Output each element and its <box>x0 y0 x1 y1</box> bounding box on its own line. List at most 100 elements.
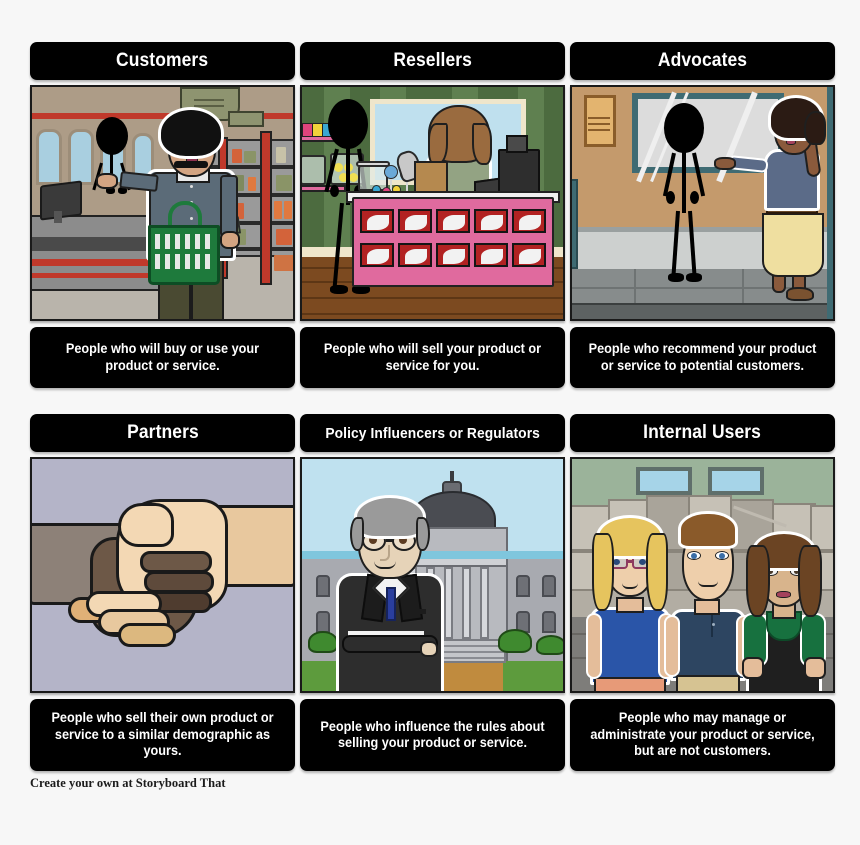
shelf-product <box>284 201 292 219</box>
office-window <box>708 467 764 495</box>
candy-bin <box>474 243 508 267</box>
panel-policy-influencers: Policy Influencers or Regulators People … <box>300 414 565 771</box>
finger <box>118 623 176 647</box>
coworker-man <box>664 511 752 691</box>
stick-figure-foot <box>686 273 702 282</box>
jar-lid <box>356 161 390 167</box>
panel-caption: People who sell their own product or ser… <box>30 699 295 771</box>
panel-caption: People who may manage or administrate yo… <box>570 699 835 771</box>
panel-title: Customers <box>116 50 209 71</box>
candy <box>334 163 343 172</box>
pupil <box>691 553 697 559</box>
stick-figure-body <box>682 151 686 213</box>
panel-internal-users: Internal Users People who may manage or … <box>570 414 835 771</box>
wall-shelf <box>302 185 346 192</box>
storyboard: Customers People who will buy or use you… <box>0 0 860 845</box>
shoe <box>786 287 814 301</box>
advocate-figure <box>714 95 832 301</box>
panel-advocates: Advocates People who recommend your prod… <box>570 42 835 388</box>
panel-title-bar: Advocates <box>570 42 835 80</box>
panel-caption: People who will sell your product or ser… <box>300 327 565 388</box>
skirt <box>594 677 666 691</box>
trousers <box>676 675 740 691</box>
nose <box>380 545 390 561</box>
panel-title-bar: Customers <box>30 42 295 80</box>
hand <box>714 157 736 170</box>
candy-bin <box>398 209 432 233</box>
candy-bin <box>436 209 470 233</box>
scene-office-hallway-whiteboard <box>572 87 833 319</box>
panel-title: Policy Influencers or Regulators <box>325 424 540 442</box>
scene-handshake <box>32 459 293 691</box>
panel-caption-text: People who will sell your product or ser… <box>323 341 542 373</box>
column <box>480 567 489 639</box>
shelf-product <box>274 201 282 219</box>
mouth <box>698 581 718 587</box>
candy-jar <box>302 155 326 185</box>
office-window <box>636 467 692 495</box>
eye <box>639 559 646 565</box>
panel-title-bar: Policy Influencers or Regulators <box>300 414 565 452</box>
stick-figure-foot <box>668 273 684 282</box>
panel-caption-text: People who recommend your product or ser… <box>588 341 817 373</box>
shelf-product <box>248 177 256 191</box>
panel-image-frame <box>570 85 835 321</box>
candy-bin <box>360 209 394 233</box>
hair-strand <box>592 533 614 611</box>
candy-bin <box>474 209 508 233</box>
stick-figure-hand <box>330 185 339 197</box>
panel-image-frame <box>30 85 295 321</box>
shelf-post <box>260 131 272 285</box>
finger <box>144 571 214 593</box>
scene-office-three-coworkers <box>572 459 833 691</box>
stick-figure-head <box>664 103 704 153</box>
hair-strand <box>798 545 822 617</box>
basket-handle <box>168 201 202 227</box>
storyboard-row-1: Customers People who will buy or use you… <box>30 42 835 388</box>
panel-caption-text: People who influence the rules about sel… <box>320 718 545 750</box>
ear <box>416 517 430 551</box>
scene-grocery-store-checkout <box>32 87 293 319</box>
customer-arm <box>220 175 238 237</box>
hand <box>804 657 826 679</box>
necktie <box>386 587 396 621</box>
panel-title: Advocates <box>657 50 748 71</box>
candy-bin <box>398 243 432 267</box>
arm <box>586 613 602 679</box>
bush <box>498 629 532 653</box>
choker <box>174 161 208 168</box>
floor-baseboard <box>572 303 833 319</box>
pocket <box>410 609 426 614</box>
panel-image-frame <box>30 457 295 693</box>
hand <box>742 657 764 679</box>
lollipop <box>384 165 398 179</box>
store-window <box>68 129 94 185</box>
storyboard-row-2: Partners People who sell their own produ… <box>30 414 835 771</box>
panel-title: Internal Users <box>643 422 762 443</box>
register-screen <box>506 135 528 153</box>
hair <box>678 511 738 549</box>
eye <box>613 559 620 565</box>
panel-caption: People who recommend your product or ser… <box>570 327 835 388</box>
scene-candy-shop-counter <box>302 87 563 319</box>
stick-figure-hand <box>690 191 699 204</box>
stick-figure-foot <box>330 285 348 294</box>
customer-hair <box>158 107 224 159</box>
hair-strand <box>428 123 448 165</box>
storyboard-footer: Create your own at Storyboard That <box>30 776 226 790</box>
candy-bin <box>436 243 470 267</box>
sign-line <box>194 99 224 101</box>
shelf-product <box>244 151 256 163</box>
pants-seam <box>189 283 193 319</box>
regulator-figure <box>336 495 446 691</box>
panel-caption: People who influence the rules about sel… <box>300 699 565 771</box>
panel-caption-text: People who may manage or administrate yo… <box>590 710 815 759</box>
customer-hand <box>220 231 240 249</box>
store-window <box>36 129 62 185</box>
scene-capitol-building-official <box>302 459 563 691</box>
polo-placket <box>702 615 713 637</box>
neck <box>694 599 720 615</box>
panel-title-bar: Partners <box>30 414 295 452</box>
wall-poster <box>584 95 616 147</box>
skirt <box>762 213 824 277</box>
